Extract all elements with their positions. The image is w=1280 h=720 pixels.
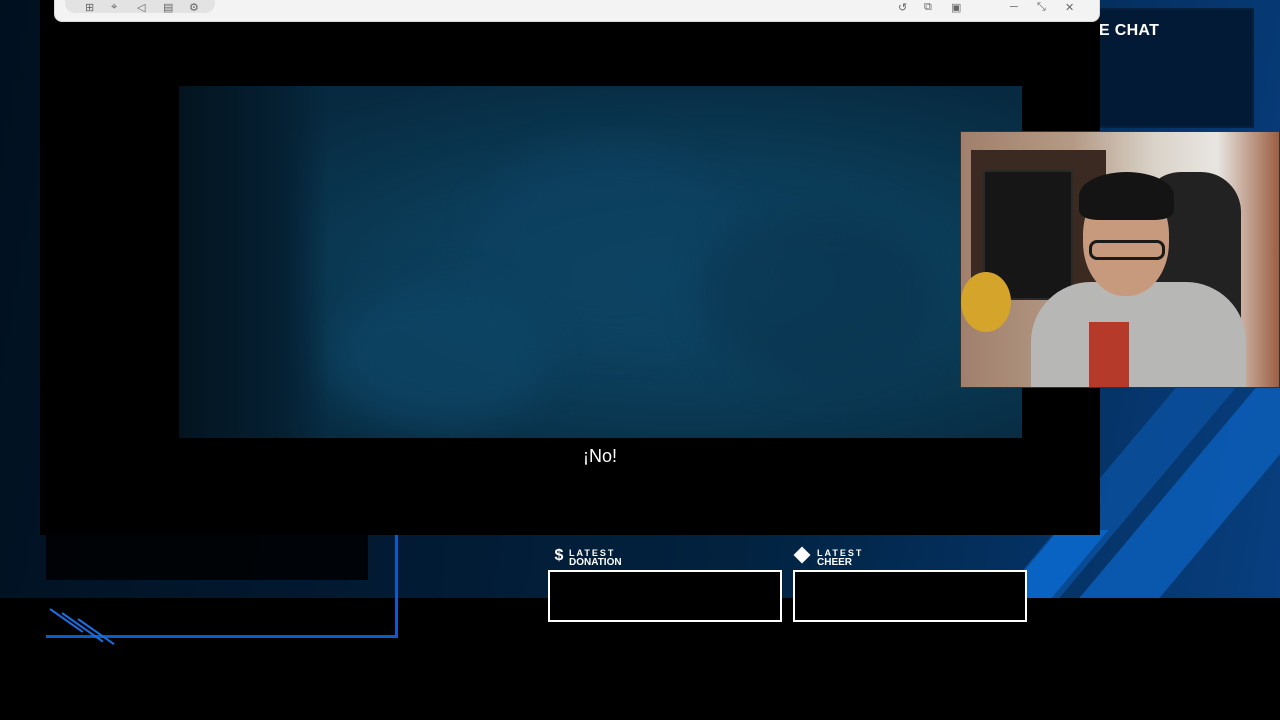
list-icon[interactable]: ▤: [163, 1, 173, 14]
video-shadow: [179, 86, 329, 438]
subtitle-text: ¡No!: [582, 446, 617, 466]
video-frame[interactable]: [179, 86, 1022, 438]
donation-label: DONATION: [569, 557, 622, 568]
donation-box: [548, 570, 782, 622]
cheer-label: CHEER: [817, 557, 853, 568]
video-shape: [699, 206, 939, 386]
webcam-person-body: [1031, 282, 1246, 387]
tag-icon[interactable]: ⌖: [111, 1, 117, 14]
cheer-box: [793, 570, 1027, 622]
video-shape: [329, 286, 549, 426]
restore-icon[interactable]: ⤡: [1037, 1, 1046, 14]
webcam-feed: [960, 131, 1280, 388]
webcam-person-hair: [1079, 172, 1174, 220]
left-panel-shade: [46, 535, 368, 580]
webcam-ball: [961, 272, 1011, 332]
copy-icon[interactable]: ⧉: [924, 1, 932, 14]
toolbar-group: ⊞ ⌖ ◁ ▤ ⚙: [65, 0, 215, 14]
grid-icon[interactable]: ⊞: [85, 1, 94, 14]
chat-title: E CHAT: [1099, 22, 1160, 39]
minimize-icon[interactable]: ─: [1010, 1, 1018, 13]
gear-icon[interactable]: ⚙: [189, 1, 199, 14]
pip-icon[interactable]: ▣: [951, 1, 961, 14]
webcam-person-shirt: [1089, 322, 1129, 387]
window-titlebar[interactable]: ⊞ ⌖ ◁ ▤ ⚙ ↺ ⧉ ▣ ─ ⤡ ✕: [54, 0, 1100, 22]
undo-icon[interactable]: ↺: [898, 1, 907, 14]
dollar-icon: $: [554, 547, 564, 564]
webcam-person-glasses: [1089, 240, 1165, 260]
speaker-icon[interactable]: ◁: [137, 1, 145, 14]
close-icon[interactable]: ✕: [1065, 1, 1074, 14]
